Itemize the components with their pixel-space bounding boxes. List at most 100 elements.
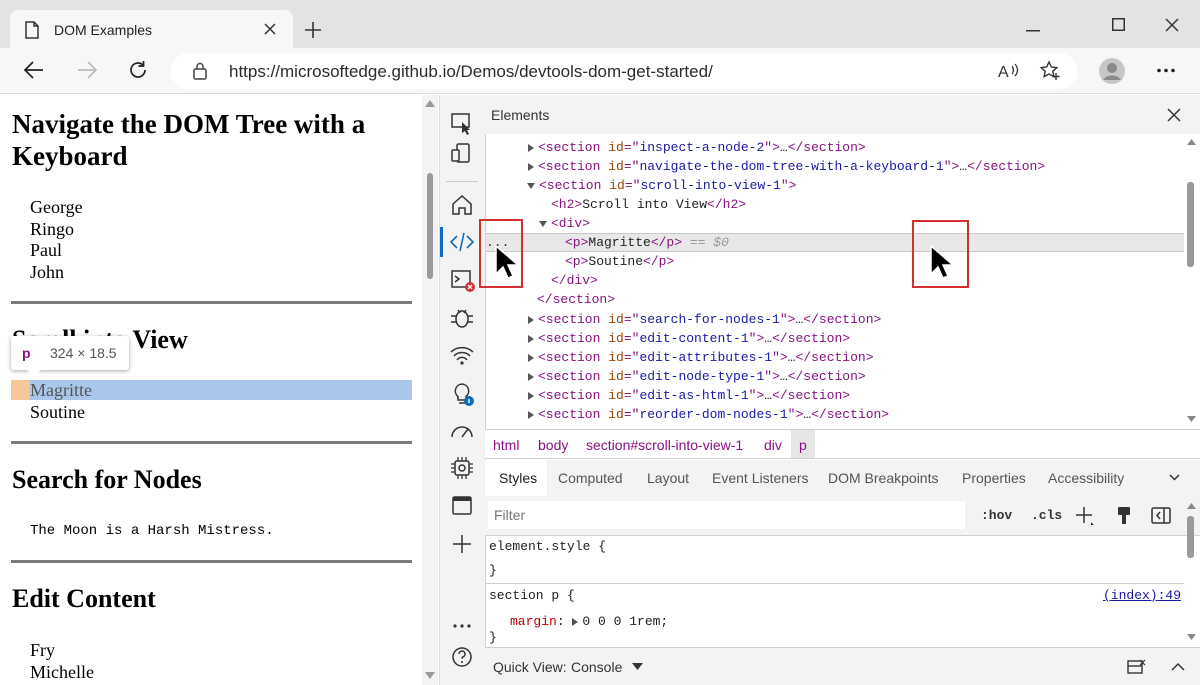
- more-menu-icon[interactable]: [1156, 68, 1176, 73]
- paint-brush-icon[interactable]: [1116, 506, 1132, 526]
- device-emulation-icon[interactable]: [449, 141, 475, 167]
- tab-title: DOM Examples: [54, 22, 153, 38]
- add-favorite-icon[interactable]: [1039, 60, 1061, 82]
- quick-view-select[interactable]: Console: [571, 659, 622, 675]
- tab-event-listeners[interactable]: Event Listeners: [712, 470, 809, 486]
- active-tool-indicator: [440, 227, 443, 257]
- memory-chip-icon[interactable]: [449, 455, 475, 481]
- forward-icon[interactable]: [77, 61, 97, 79]
- chevron-down-icon[interactable]: [1169, 474, 1180, 481]
- list-item: George: [30, 197, 83, 217]
- tooltip-arrow: [26, 369, 42, 377]
- scroll-up-icon[interactable]: [425, 100, 435, 107]
- breadcrumb-item[interactable]: body: [538, 437, 568, 453]
- devtools-header: Elements: [485, 95, 1200, 134]
- dom-node-section[interactable]: <section id="navigate-the-dom-tree-with-…: [528, 157, 1045, 176]
- styles-scroll-down-icon[interactable]: [1187, 634, 1196, 640]
- breadcrumb-item[interactable]: section#scroll-into-view-1: [586, 437, 743, 453]
- dom-node-section[interactable]: <section id="edit-content-1">…</section>: [528, 329, 850, 348]
- dom-node-section-close[interactable]: </section>: [537, 290, 615, 309]
- browser-tab[interactable]: DOM Examples: [10, 10, 293, 48]
- activity-divider: [446, 181, 478, 182]
- refresh-icon[interactable]: [128, 60, 148, 80]
- minimize-icon[interactable]: [1026, 30, 1040, 32]
- help-icon[interactable]: [449, 644, 475, 670]
- styles-filter-bar: :hov .cls: [485, 496, 1200, 536]
- dom-node-div[interactable]: <div>: [539, 214, 590, 233]
- maximize-icon[interactable]: [1112, 18, 1125, 31]
- dom-node-section[interactable]: <section id="reorder-dom-nodes-1">…</sec…: [528, 405, 889, 424]
- breadcrumb-item[interactable]: html: [493, 437, 519, 453]
- list-item: Magritte: [30, 380, 92, 400]
- tab-properties[interactable]: Properties: [962, 470, 1026, 486]
- svg-text:A: A: [998, 64, 1009, 80]
- page-scrollbar[interactable]: [422, 95, 438, 685]
- element-style-selector[interactable]: element.style {: [489, 539, 606, 554]
- dom-node-section[interactable]: <section id="inspect-a-node-2">…</sectio…: [528, 138, 866, 157]
- issues-lightbulb-icon[interactable]: [449, 381, 475, 407]
- margin-highlight: [11, 380, 30, 400]
- rule-selector[interactable]: section p {: [489, 588, 575, 603]
- dom-node-section-expanded[interactable]: <section id="scroll-into-view-1">: [527, 176, 796, 195]
- page-scroll-thumb[interactable]: [427, 173, 433, 279]
- dom-node-p-selected[interactable]: <p>Magritte</p> == $0: [565, 233, 729, 252]
- profile-avatar-icon[interactable]: [1098, 57, 1126, 85]
- dom-node-section[interactable]: <section id="search-for-nodes-1">…</sect…: [528, 310, 881, 329]
- dom-node-section[interactable]: <section id="edit-as-html-1">…</section>: [528, 386, 850, 405]
- cls-toggle[interactable]: .cls: [1031, 508, 1062, 523]
- close-window-icon[interactable]: [1165, 18, 1179, 32]
- tab-computed[interactable]: Computed: [558, 470, 623, 486]
- filter-input[interactable]: [488, 501, 965, 529]
- new-style-rule-icon[interactable]: [1075, 506, 1095, 526]
- breadcrumb-item[interactable]: div: [764, 437, 782, 453]
- heading-search: Search for Nodes: [12, 465, 202, 494]
- tab-styles[interactable]: Styles: [499, 470, 537, 486]
- styles-scroll-up-icon[interactable]: [1187, 503, 1196, 509]
- dom-scroll-up-icon[interactable]: [1187, 139, 1196, 145]
- moon-text: The Moon is a Harsh Mistress.: [30, 523, 274, 539]
- scroll-down-icon[interactable]: [425, 672, 435, 679]
- url-text[interactable]: https://microsoftedge.github.io/Demos/de…: [229, 62, 713, 82]
- elements-tool-icon[interactable]: [449, 229, 475, 255]
- sources-debug-icon[interactable]: [449, 305, 475, 331]
- tab-dom-breakpoints[interactable]: DOM Breakpoints: [828, 470, 938, 486]
- address-bar[interactable]: https://microsoftedge.github.io/Demos/de…: [171, 53, 1077, 89]
- chevron-up-icon[interactable]: [1171, 662, 1185, 671]
- toggle-sidebar-icon[interactable]: [1151, 507, 1171, 524]
- list-item: John: [30, 262, 65, 282]
- dom-node-p[interactable]: <p>Soutine</p>: [565, 252, 674, 271]
- more-tools-plus-icon[interactable]: [449, 531, 475, 557]
- styles-scroll-thumb[interactable]: [1187, 516, 1194, 558]
- dom-node-h2[interactable]: <h2>Scroll into View</h2>: [551, 195, 746, 214]
- style-declaration[interactable]: margin: 0 0 0 1rem;: [510, 614, 668, 629]
- read-aloud-icon[interactable]: A: [998, 62, 1020, 80]
- tab-layout[interactable]: Layout: [647, 470, 689, 486]
- more-options-icon[interactable]: [449, 613, 475, 639]
- dropdown-arrow-icon[interactable]: [632, 663, 643, 670]
- section-divider: [11, 560, 412, 563]
- new-tab-icon[interactable]: [304, 21, 322, 39]
- rule-source-link[interactable]: (index):49: [1103, 588, 1181, 603]
- dom-node-section[interactable]: <section id="edit-attributes-1">…</secti…: [528, 348, 874, 367]
- console-icon[interactable]: [449, 267, 475, 293]
- dock-quick-view-icon[interactable]: [1126, 657, 1148, 677]
- dom-node-div-close[interactable]: </div>: [551, 271, 598, 290]
- performance-gauge-icon[interactable]: [449, 419, 475, 445]
- hov-toggle[interactable]: :hov: [981, 508, 1012, 523]
- close-panel-icon[interactable]: [1167, 108, 1181, 122]
- list-item: Ringo: [30, 219, 75, 239]
- back-icon[interactable]: [24, 61, 44, 79]
- close-tab-icon[interactable]: [264, 23, 276, 35]
- welcome-home-icon[interactable]: [449, 192, 475, 218]
- lock-icon[interactable]: [193, 62, 207, 80]
- section-divider: [11, 441, 412, 444]
- breadcrumb-item-active[interactable]: p: [799, 437, 807, 453]
- dom-scroll-thumb[interactable]: [1187, 182, 1194, 267]
- inspect-element-icon[interactable]: [449, 110, 475, 136]
- network-wifi-icon[interactable]: [449, 343, 475, 369]
- tab-accessibility[interactable]: Accessibility: [1048, 470, 1124, 486]
- dom-node-section[interactable]: <section id="edit-node-type-1">…</sectio…: [528, 367, 866, 386]
- application-window-icon[interactable]: [449, 493, 475, 519]
- page-icon: [25, 21, 39, 39]
- dom-scroll-down-icon[interactable]: [1187, 416, 1196, 422]
